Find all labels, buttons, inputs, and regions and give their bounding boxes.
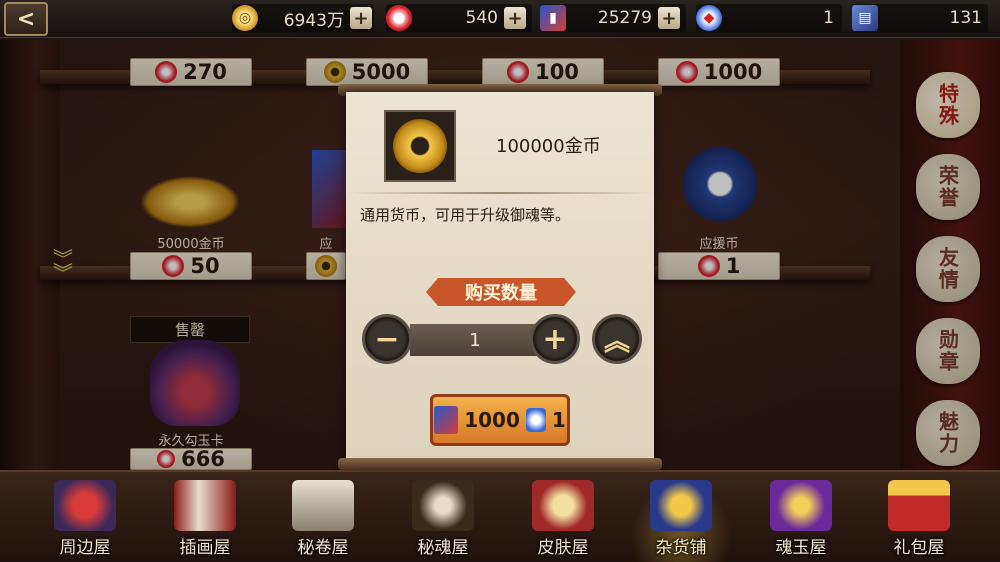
- daruma-icon: [54, 480, 116, 531]
- nav-label: 插画屋: [179, 538, 231, 558]
- goods-bag-icon: [650, 480, 712, 531]
- resource-charm: ◆ 1: [696, 4, 842, 32]
- add-gold-button[interactable]: +: [350, 7, 372, 29]
- purchase-dialog: 100000金币 通用货币，可用于升级御魂等。 购买数量 1 − + ︽ 100…: [346, 92, 654, 462]
- mask-icon: [532, 480, 594, 531]
- nav-label: 秘魂屋: [417, 538, 469, 558]
- max-quantity-button[interactable]: ︽: [592, 314, 642, 364]
- quantity-field[interactable]: 1: [410, 324, 540, 356]
- blue-ticket-icon: ▮: [540, 5, 566, 31]
- blue-ticket-icon: [434, 406, 459, 434]
- buy-button[interactable]: 1000 1: [430, 394, 570, 446]
- ticket-value: 25279: [597, 8, 652, 28]
- card-icon: ▤: [852, 5, 878, 31]
- nav-soul-jade-shop[interactable]: 魂玉屋: [746, 480, 856, 562]
- nav-label: 杂货铺: [655, 538, 707, 558]
- card-value: 131: [949, 8, 982, 28]
- back-button[interactable]: <: [4, 2, 48, 36]
- resource-jade: ● 540 +: [386, 4, 532, 32]
- decrease-button[interactable]: −: [362, 314, 412, 364]
- cost-charm: 1: [551, 408, 566, 432]
- nav-label: 礼包屋: [893, 538, 945, 558]
- resource-ticket: ▮ 25279 +: [540, 4, 686, 32]
- gold-coin-icon: ◎: [232, 5, 258, 31]
- add-jade-button[interactable]: +: [504, 7, 526, 29]
- nav-label: 秘卷屋: [297, 538, 349, 558]
- resource-card: ▤ 131: [852, 4, 988, 32]
- divider: [346, 192, 654, 194]
- magatama-jade-icon: ●: [386, 5, 412, 31]
- scroll-bottom-rod: [338, 458, 662, 470]
- resource-gold: ◎ 6943万 +: [232, 4, 374, 32]
- nav-label: 皮肤屋: [537, 538, 589, 558]
- nav-general-store[interactable]: 杂货铺: [626, 480, 736, 562]
- item-title: 100000金币: [496, 136, 601, 157]
- nav-soul-shop[interactable]: 秘魂屋: [388, 480, 498, 562]
- nav-scroll-shop[interactable]: 秘卷屋: [268, 480, 378, 562]
- gift-box-icon: [888, 480, 950, 531]
- soul-jade-icon: [770, 480, 832, 531]
- item-description: 通用货币，可用于升级御魂等。: [360, 206, 571, 224]
- increase-button[interactable]: +: [530, 314, 580, 364]
- charm-icon: [525, 408, 546, 432]
- back-arrow-icon: <: [16, 6, 36, 32]
- nav-gift-shop[interactable]: 礼包屋: [864, 480, 974, 562]
- nav-merch-shop[interactable]: 周边屋: [30, 480, 140, 562]
- nav-illustration-shop[interactable]: 插画屋: [150, 480, 260, 562]
- quantity-stepper: 1 − + ︽: [362, 314, 644, 366]
- nav-label: 魂玉屋: [775, 538, 827, 558]
- add-ticket-button[interactable]: +: [658, 7, 680, 29]
- cost-tickets: 1000: [464, 408, 520, 432]
- nav-label: 周边屋: [59, 538, 111, 558]
- item-frame: [384, 110, 456, 182]
- scroll-stack-icon: [292, 480, 354, 531]
- quantity-header: 购买数量: [426, 278, 576, 306]
- gold-coin-icon: [393, 119, 447, 173]
- lantern-icon: [412, 480, 474, 531]
- nav-skin-shop[interactable]: 皮肤屋: [508, 480, 618, 562]
- book-icon: [174, 480, 236, 531]
- charm-icon: ◆: [696, 5, 722, 31]
- charm-value: 1: [823, 8, 834, 28]
- gold-value: 6943万: [283, 10, 344, 31]
- jade-value: 540: [465, 8, 498, 28]
